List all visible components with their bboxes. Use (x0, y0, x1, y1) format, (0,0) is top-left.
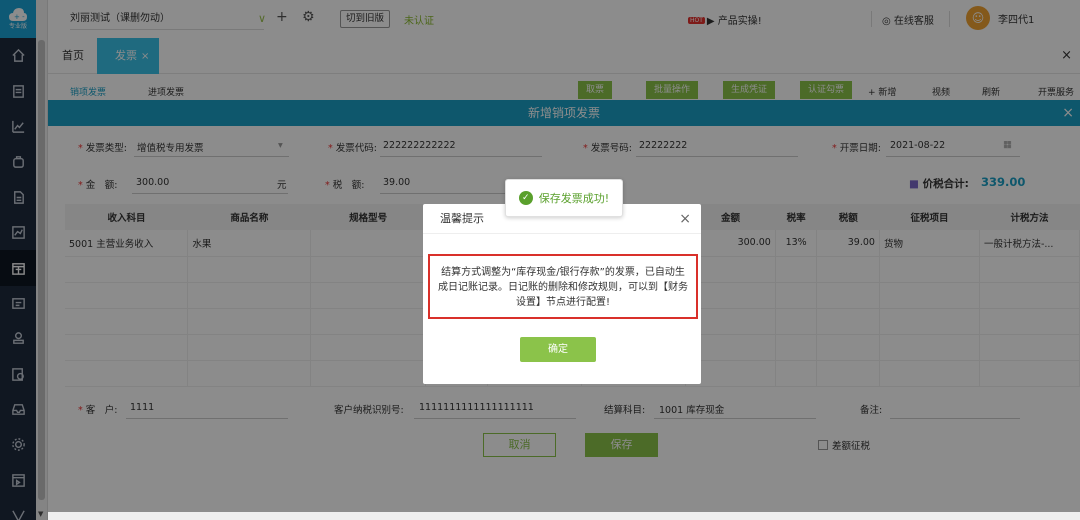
horizontal-scrollbar[interactable] (48, 512, 1080, 520)
modal-close-icon[interactable]: × (679, 204, 691, 234)
success-toast: ✓ 保存发票成功! (505, 179, 623, 217)
confirm-button[interactable]: 确定 (520, 337, 596, 362)
modal-message: 结算方式调整为“库存现金/银行存款”的发票，已自动生成日记账记录。日记账的删除和… (428, 254, 698, 319)
toast-message: 保存发票成功! (538, 192, 610, 205)
modal-title: 温馨提示 (440, 212, 484, 225)
check-circle-icon: ✓ (518, 191, 533, 205)
warm-tip-modal: 温馨提示 × 结算方式调整为“库存现金/银行存款”的发票，已自动生成日记账记录。… (423, 204, 701, 384)
